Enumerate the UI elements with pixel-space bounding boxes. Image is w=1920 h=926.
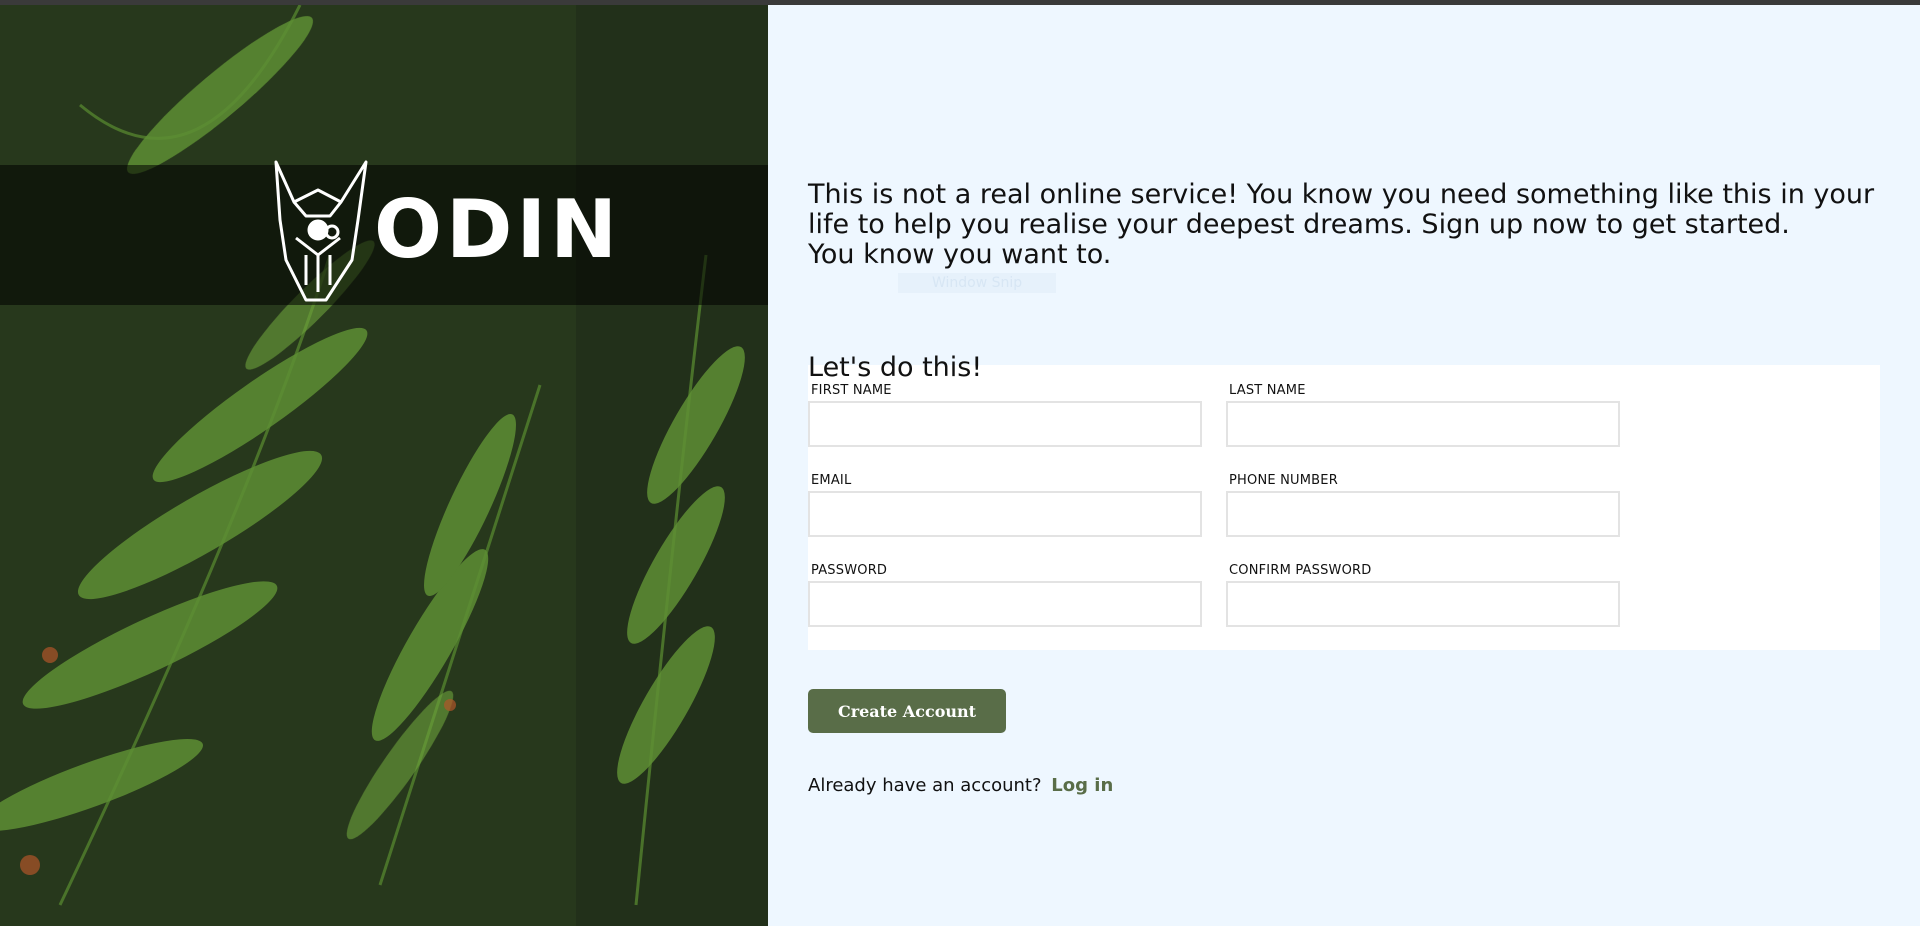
phone-number-group: PHONE NUMBER bbox=[1226, 473, 1620, 537]
password-group: PASSWORD bbox=[808, 563, 1202, 627]
email-input[interactable] bbox=[808, 491, 1202, 537]
confirm-password-input[interactable] bbox=[1226, 581, 1620, 627]
email-label: EMAIL bbox=[811, 473, 852, 488]
login-prompt-text: Already have an account? bbox=[808, 775, 1042, 796]
intro-tagline: You know you want to. bbox=[808, 239, 1112, 270]
hero-image-panel bbox=[0, 5, 768, 926]
last-name-label: LAST NAME bbox=[1229, 383, 1306, 398]
last-name-input[interactable] bbox=[1226, 401, 1620, 447]
login-link[interactable]: Log in bbox=[1051, 775, 1113, 796]
form-title: Let's do this! bbox=[808, 352, 983, 383]
first-name-group: FIRST NAME bbox=[808, 383, 1202, 447]
fern-background-image-repeat bbox=[576, 5, 768, 926]
signup-form: FIRST NAME LAST NAME EMAIL PHONE NUMBER … bbox=[808, 365, 1880, 650]
confirm-password-label: CONFIRM PASSWORD bbox=[1229, 563, 1372, 578]
email-group: EMAIL bbox=[808, 473, 1202, 537]
window-snip-overlay: Window Snip bbox=[898, 273, 1057, 293]
password-input[interactable] bbox=[808, 581, 1202, 627]
phone-number-input[interactable] bbox=[1226, 491, 1620, 537]
password-label: PASSWORD bbox=[811, 563, 888, 578]
first-name-label: FIRST NAME bbox=[811, 383, 892, 398]
intro-paragraph: This is not a real online service! You k… bbox=[808, 179, 1875, 240]
window-top-strip bbox=[0, 0, 1920, 5]
phone-number-label: PHONE NUMBER bbox=[1229, 473, 1338, 488]
signup-panel: This is not a real online service! You k… bbox=[768, 5, 1920, 926]
brand-name: ODIN bbox=[374, 183, 622, 276]
login-prompt: Already have an account? Log in bbox=[808, 775, 1113, 796]
intro-text: This is not a real online service! You k… bbox=[808, 180, 1888, 270]
fern-background-image bbox=[0, 5, 576, 926]
last-name-group: LAST NAME bbox=[1226, 383, 1620, 447]
create-account-button[interactable]: Create Account bbox=[808, 689, 1006, 733]
confirm-password-group: CONFIRM PASSWORD bbox=[1226, 563, 1620, 627]
first-name-input[interactable] bbox=[808, 401, 1202, 447]
